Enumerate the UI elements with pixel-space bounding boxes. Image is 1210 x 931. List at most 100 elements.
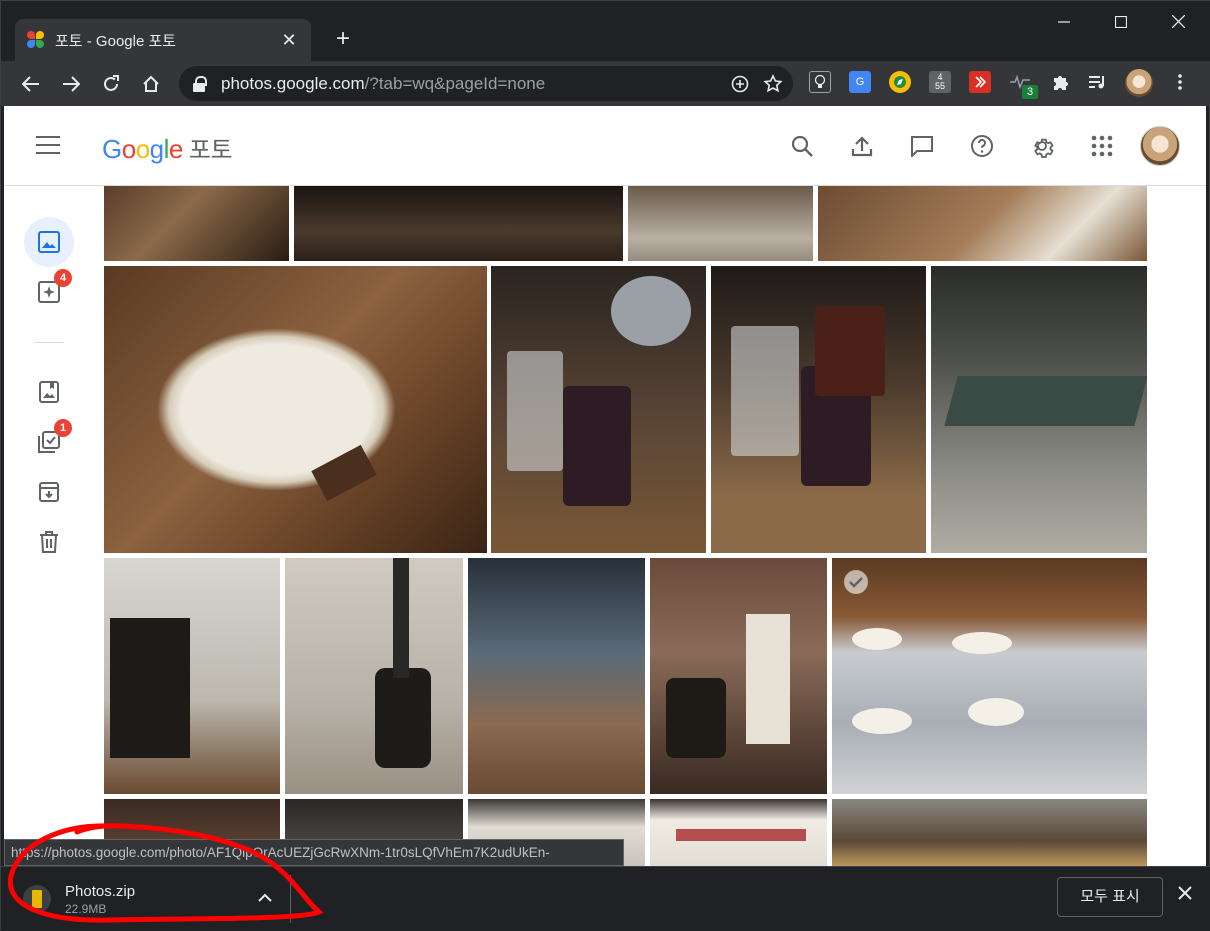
install-app-icon[interactable] (731, 75, 749, 93)
status-bar-url: https://photos.google.com/photo/AF1QipOr… (4, 839, 624, 866)
show-all-downloads-button[interactable]: 모두 표시 (1057, 877, 1163, 917)
tab-strip: 포토 - Google 포토 ✕ + (1, 1, 1210, 61)
back-arrow-icon (22, 75, 39, 92)
photo-tile[interactable] (628, 186, 813, 261)
forward-arrow-icon (63, 75, 80, 92)
translate-ext-icon[interactable]: G (849, 71, 871, 93)
home-icon (143, 75, 159, 92)
bulb-ext-icon[interactable] (809, 71, 831, 93)
main-menu-icon[interactable] (36, 136, 60, 154)
url-path: /?tab=wq&pageId=none (364, 73, 546, 93)
trash-icon (40, 531, 58, 553)
close-icon (1171, 14, 1185, 29)
photo-tile[interactable] (468, 558, 645, 794)
assistant-badge: 4 (54, 269, 72, 287)
settings-button[interactable] (1020, 124, 1064, 168)
maximize-button[interactable] (1098, 7, 1144, 37)
logo-letter: e (168, 134, 183, 164)
back-button[interactable] (13, 66, 49, 102)
photo-icon (38, 231, 60, 253)
nav-utilities[interactable]: 1 (24, 417, 74, 467)
ext-badge: 3 (1022, 85, 1038, 99)
extensions-puzzle-icon[interactable] (1049, 71, 1071, 93)
tab-close-icon[interactable]: ✕ (279, 30, 299, 51)
download-item[interactable]: Photos.zip 22.9MB (15, 875, 291, 923)
gear-icon (1034, 138, 1054, 158)
nav-archive[interactable] (24, 467, 74, 517)
profile-avatar[interactable] (1125, 69, 1153, 97)
google-wordmark: Google (102, 134, 183, 164)
google-photos-logo[interactable]: Google 포토 (102, 130, 233, 165)
photo-tile[interactable] (832, 558, 1147, 794)
bookmark-star-icon[interactable] (763, 73, 783, 94)
logo-letter: G (102, 134, 122, 164)
nav-trash[interactable] (24, 517, 74, 567)
logo-letter: o (135, 134, 150, 164)
app-header: Google 포토 (4, 106, 1206, 186)
photo-tile[interactable] (294, 186, 623, 261)
photo-tile[interactable] (104, 186, 289, 261)
photo-tile[interactable] (711, 266, 926, 553)
download-file-size: 22.9MB (65, 901, 107, 916)
maximize-icon (1114, 15, 1128, 29)
download-shelf: Photos.zip 22.9MB 모두 표시 (1, 866, 1210, 931)
nav-assistant[interactable]: 4 (24, 267, 74, 317)
photo-tile[interactable] (931, 266, 1147, 553)
media-queue-icon[interactable] (1087, 71, 1109, 93)
upload-icon (851, 136, 873, 157)
google-photos-app: Google 포토 4 1 (4, 106, 1206, 866)
photo-tile[interactable] (104, 558, 280, 794)
album-icon (39, 381, 59, 403)
reload-icon (104, 74, 119, 91)
messages-button[interactable] (900, 124, 944, 168)
reload-button[interactable] (93, 66, 129, 102)
nav-photos[interactable] (24, 217, 74, 267)
nav-albums[interactable] (24, 367, 74, 417)
address-bar[interactable]: photos.google.com/?tab=wq&pageId=none (179, 66, 793, 101)
minimize-button[interactable] (1041, 7, 1087, 37)
home-button[interactable] (133, 66, 169, 102)
download-options-chevron-up-icon[interactable] (258, 889, 272, 907)
red-play-ext-icon[interactable] (969, 71, 991, 93)
zip-file-icon (23, 885, 51, 913)
minimize-icon (1058, 21, 1070, 23)
counter-ext-icon[interactable]: 4 55 (929, 71, 951, 93)
close-window-button[interactable] (1155, 7, 1201, 37)
compass-ext-icon[interactable] (889, 71, 911, 93)
logo-letter: g (149, 134, 164, 164)
photo-tile[interactable] (491, 266, 706, 553)
photo-tile[interactable] (650, 558, 827, 794)
new-tab-button[interactable]: + (329, 25, 357, 53)
photo-tile[interactable] (650, 799, 827, 866)
select-check-icon[interactable] (844, 570, 868, 594)
apps-button[interactable] (1080, 124, 1124, 168)
nav-divider (34, 342, 64, 343)
product-name: 포토 (188, 137, 233, 164)
search-icon (791, 135, 813, 157)
photo-tile[interactable] (818, 186, 1147, 261)
utilities-badge: 1 (54, 419, 72, 437)
photo-tile[interactable] (104, 266, 487, 553)
lock-icon (193, 75, 207, 92)
tab-title: 포토 - Google 포토 (55, 32, 177, 50)
chrome-menu-icon[interactable] (1169, 71, 1191, 93)
tab-google-photos[interactable]: 포토 - Google 포토 ✕ (15, 19, 311, 61)
archive-icon (39, 482, 59, 502)
apps-grid-icon (1091, 135, 1113, 157)
account-avatar[interactable] (1140, 126, 1180, 166)
photo-tile[interactable] (832, 799, 1147, 866)
help-icon (971, 135, 993, 157)
browser-window: 포토 - Google 포토 ✕ + photos.google.com /?t… (0, 0, 1210, 931)
google-photos-favicon-icon (27, 31, 45, 49)
search-button[interactable] (780, 124, 824, 168)
side-navigation: 4 1 (4, 187, 100, 866)
logo-letter: o (121, 134, 136, 164)
upload-button[interactable] (840, 124, 884, 168)
photo-tile[interactable] (285, 558, 463, 794)
help-button[interactable] (960, 124, 1004, 168)
close-shelf-icon[interactable] (1173, 883, 1197, 906)
url-host: photos.google.com (221, 73, 365, 93)
browser-toolbar: photos.google.com/?tab=wq&pageId=none G … (1, 61, 1210, 106)
download-file-name: Photos.zip (65, 882, 136, 900)
forward-button[interactable] (53, 66, 89, 102)
